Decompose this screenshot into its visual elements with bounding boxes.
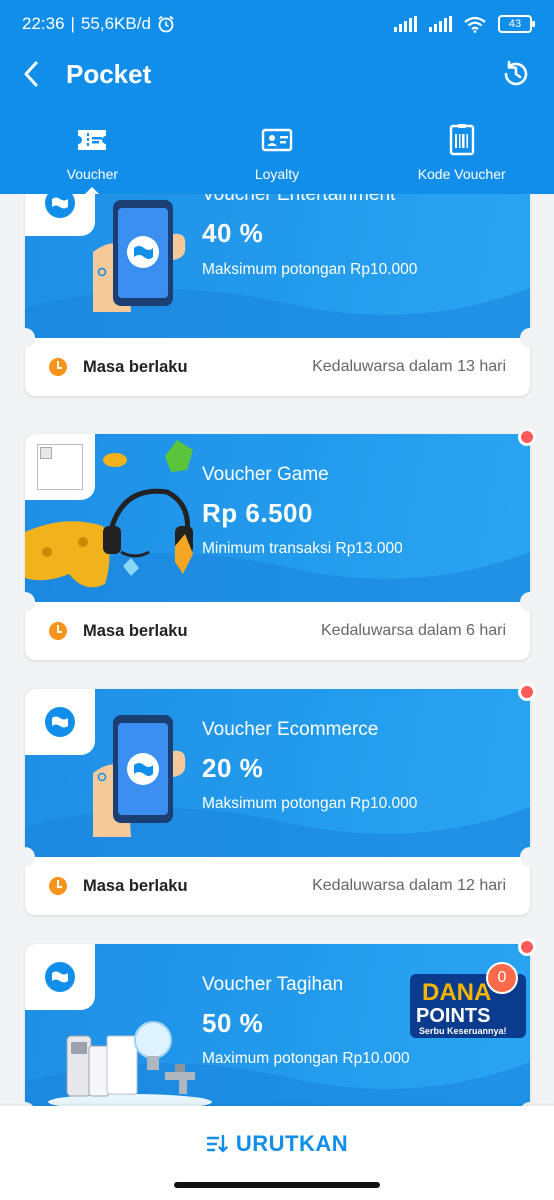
back-button[interactable]	[16, 54, 46, 94]
voucher-title: Voucher Game	[202, 464, 329, 485]
voucher-value: 40 %	[202, 218, 264, 248]
history-icon	[504, 60, 528, 86]
voucher-description: Maximum potongan Rp10.000	[202, 1050, 410, 1067]
voucher-footer: Masa berlaku Kedaluwarsa dalam 13 hari	[25, 338, 530, 396]
voucher-card-entertainment[interactable]: Voucher Entertainment 40 % Maksimum poto…	[15, 194, 540, 396]
clock-icon	[49, 358, 67, 376]
battery-level: 43	[508, 18, 522, 30]
voucher-title: Voucher Tagihan	[202, 974, 344, 995]
status-right: 43	[394, 15, 535, 33]
unread-dot	[518, 683, 536, 701]
wifi-icon	[464, 16, 486, 33]
tab-label: Kode Voucher	[417, 166, 506, 182]
unread-dot	[518, 938, 536, 956]
barcode-icon	[449, 124, 474, 156]
dana-points-tagline: Serbu Keseruannya!	[419, 1026, 507, 1036]
clock-icon	[49, 622, 67, 640]
tab-loyalty[interactable]: Loyalty	[185, 124, 370, 194]
member-card-icon	[261, 128, 293, 152]
dana-points-line1: DANA	[422, 979, 491, 1006]
history-button[interactable]	[500, 58, 532, 90]
status-bar: 22:36 | 55,6KB/d 43	[0, 0, 554, 48]
dana-logo-icon	[45, 962, 75, 992]
validity-label: Masa berlaku	[83, 876, 188, 895]
status-separator: |	[70, 14, 75, 33]
voucher-card-ecommerce[interactable]: Voucher Ecommerce 20 % Maksimum potongan…	[15, 683, 540, 915]
validity-label: Masa berlaku	[83, 621, 188, 640]
voucher-title: Voucher Ecommerce	[202, 719, 379, 740]
sort-icon	[206, 1134, 228, 1153]
broken-image-placeholder	[37, 444, 83, 490]
dana-logo-icon	[45, 707, 75, 737]
voucher-value: Rp 6.500	[202, 498, 313, 528]
dana-points-badge: 0	[486, 962, 518, 994]
expiry-text: Kedaluwarsa dalam 13 hari	[312, 358, 506, 375]
dana-logo-box	[25, 689, 95, 755]
alarm-icon	[158, 15, 174, 33]
ticket-icon	[78, 130, 107, 150]
signal-icon-2	[429, 16, 452, 32]
unread-dot	[518, 428, 536, 446]
tab-label: Loyalty	[254, 166, 300, 182]
phone-hand-illustration	[93, 715, 186, 837]
signal-icon	[394, 16, 417, 32]
home-indicator[interactable]	[174, 1182, 380, 1188]
tab-kode-voucher[interactable]: Kode Voucher	[369, 124, 554, 194]
voucher-banner	[25, 689, 530, 857]
dana-points-floating-button[interactable]: DANA POINTS Serbu Keseruannya! 0	[408, 962, 528, 1040]
voucher-value: 20 %	[202, 753, 264, 783]
battery-icon: 43	[498, 15, 535, 33]
voucher-description: Maksimum potongan Rp10.000	[202, 795, 418, 812]
voucher-description: Minimum transaksi Rp13.000	[202, 540, 403, 557]
sort-button[interactable]: URUTKAN	[0, 1126, 554, 1162]
tab-voucher[interactable]: Voucher	[0, 124, 185, 194]
voucher-value: 50 %	[202, 1008, 264, 1038]
app-header: Pocket Voucher Loyalty Kode Voucher	[0, 48, 554, 194]
dana-logo-box	[25, 944, 95, 1010]
header-row: Pocket	[0, 48, 554, 100]
bottom-bar: URUTKAN	[0, 1106, 554, 1200]
voucher-description: Maksimum potongan Rp10.000	[202, 261, 418, 278]
voucher-footer: Masa berlaku Kedaluwarsa dalam 6 hari	[25, 602, 530, 660]
status-time: 22:36	[22, 14, 65, 33]
dana-logo-box	[25, 194, 95, 236]
bills-illustration	[48, 1021, 212, 1106]
status-left: 22:36 | 55,6KB/d	[22, 14, 175, 34]
tab-label: Voucher	[66, 166, 119, 182]
phone-hand-illustration	[93, 200, 186, 312]
expiry-text: Kedaluwarsa dalam 6 hari	[321, 622, 506, 639]
chevron-left-icon	[24, 61, 38, 87]
voucher-title: Voucher Entertainment	[202, 194, 396, 205]
dana-points-line2: POINTS	[416, 1005, 490, 1027]
clock-icon	[49, 877, 67, 895]
dana-logo-icon	[45, 194, 75, 218]
voucher-footer: Masa berlaku Kedaluwarsa dalam 12 hari	[25, 857, 530, 915]
voucher-logo-box	[25, 434, 95, 500]
validity-label: Masa berlaku	[83, 357, 188, 376]
tab-bar: Voucher Loyalty Kode Voucher	[0, 124, 554, 194]
sort-label: URUTKAN	[235, 1131, 349, 1156]
expiry-text: Kedaluwarsa dalam 12 hari	[312, 877, 506, 894]
page-title: Pocket	[66, 58, 152, 89]
status-speed: 55,6KB/d	[80, 14, 151, 33]
voucher-card-game[interactable]: Voucher Game Rp 6.500 Minimum transaksi …	[15, 428, 540, 660]
